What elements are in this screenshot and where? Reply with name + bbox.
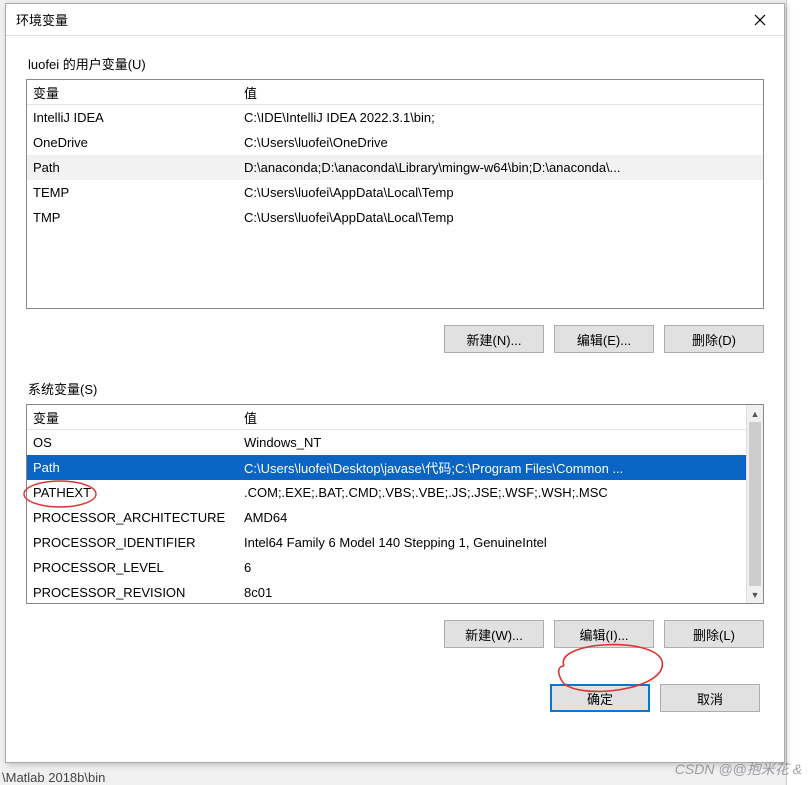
user-edit-button[interactable]: 编辑(E)... bbox=[554, 325, 654, 353]
table-row[interactable]: OSWindows_NT bbox=[27, 430, 763, 455]
user-delete-button[interactable]: 删除(D) bbox=[664, 325, 764, 353]
cancel-button[interactable]: 取消 bbox=[660, 684, 760, 712]
system-vars-group: 系统变量(S) 变量 值 OSWindows_NTPathC:\Users\lu… bbox=[26, 379, 764, 664]
var-name: PATHEXT bbox=[27, 485, 242, 500]
var-name: OneDrive bbox=[27, 135, 242, 150]
system-edit-button[interactable]: 编辑(I)... bbox=[554, 620, 654, 648]
scroll-up-icon[interactable]: ▲ bbox=[747, 405, 763, 422]
system-delete-button[interactable]: 删除(L) bbox=[664, 620, 764, 648]
table-row[interactable]: PROCESSOR_ARCHITECTUREAMD64 bbox=[27, 505, 763, 530]
var-name: OS bbox=[27, 435, 242, 450]
table-row[interactable]: TEMPC:\Users\luofei\AppData\Local\Temp bbox=[27, 180, 763, 205]
system-buttons-row: 新建(W)... 编辑(I)... 删除(L) bbox=[26, 610, 764, 664]
watermark: CSDN @@抱米花 & bbox=[675, 759, 802, 779]
user-vars-label: luofei 的用户变量(U) bbox=[26, 54, 764, 73]
table-row[interactable]: OneDriveC:\Users\luofei\OneDrive bbox=[27, 130, 763, 155]
system-vars-listbox[interactable]: 变量 值 OSWindows_NTPathC:\Users\luofei\Des… bbox=[26, 404, 764, 604]
scroll-thumb[interactable] bbox=[749, 422, 761, 586]
var-name: IntelliJ IDEA bbox=[27, 110, 242, 125]
table-row[interactable]: PATHEXT.COM;.EXE;.BAT;.CMD;.VBS;.VBE;.JS… bbox=[27, 480, 763, 505]
table-row[interactable]: PathD:\anaconda;D:\anaconda\Library\ming… bbox=[27, 155, 763, 180]
dialog-content: luofei 的用户变量(U) 变量 值 IntelliJ IDEAC:\IDE… bbox=[6, 36, 784, 762]
dialog-footer: 确定 取消 bbox=[26, 674, 764, 712]
header-val: 值 bbox=[242, 83, 763, 102]
header-var: 变量 bbox=[27, 408, 242, 427]
table-row[interactable]: PROCESSOR_REVISION8c01 bbox=[27, 580, 763, 604]
table-row[interactable]: IntelliJ IDEAC:\IDE\IntelliJ IDEA 2022.3… bbox=[27, 105, 763, 130]
env-variable-dialog: 环境变量 luofei 的用户变量(U) 变量 值 IntelliJ IDEAC… bbox=[5, 3, 785, 763]
close-button[interactable] bbox=[738, 5, 782, 35]
var-value: D:\anaconda;D:\anaconda\Library\mingw-w6… bbox=[242, 160, 763, 175]
var-value: C:\Users\luofei\Desktop\javase\代码;C:\Pro… bbox=[242, 458, 763, 477]
user-vars-group: luofei 的用户变量(U) 变量 值 IntelliJ IDEAC:\IDE… bbox=[26, 54, 764, 369]
var-value: .COM;.EXE;.BAT;.CMD;.VBS;.VBE;.JS;.JSE;.… bbox=[242, 485, 763, 500]
list-header: 变量 值 bbox=[27, 405, 763, 430]
var-name: Path bbox=[27, 460, 242, 475]
ok-button[interactable]: 确定 bbox=[550, 684, 650, 712]
scroll-down-icon[interactable]: ▼ bbox=[747, 586, 763, 603]
var-value: C:\IDE\IntelliJ IDEA 2022.3.1\bin; bbox=[242, 110, 763, 125]
header-val: 值 bbox=[242, 408, 763, 427]
var-value: 6 bbox=[242, 560, 763, 575]
user-buttons-row: 新建(N)... 编辑(E)... 删除(D) bbox=[26, 315, 764, 369]
user-new-button[interactable]: 新建(N)... bbox=[444, 325, 544, 353]
user-vars-listbox[interactable]: 变量 值 IntelliJ IDEAC:\IDE\IntelliJ IDEA 2… bbox=[26, 79, 764, 309]
list-header: 变量 值 bbox=[27, 80, 763, 105]
var-value: AMD64 bbox=[242, 510, 763, 525]
table-row[interactable]: PROCESSOR_IDENTIFIERIntel64 Family 6 Mod… bbox=[27, 530, 763, 555]
var-value: C:\Users\luofei\OneDrive bbox=[242, 135, 763, 150]
table-row[interactable]: PathC:\Users\luofei\Desktop\javase\代码;C:… bbox=[27, 455, 763, 480]
var-name: PROCESSOR_REVISION bbox=[27, 585, 242, 600]
var-value: C:\Users\luofei\AppData\Local\Temp bbox=[242, 210, 763, 225]
scrollbar[interactable]: ▲ ▼ bbox=[746, 405, 763, 603]
dialog-title: 环境变量 bbox=[16, 10, 738, 29]
var-name: PROCESSOR_LEVEL bbox=[27, 560, 242, 575]
background-strip bbox=[786, 0, 810, 785]
var-value: 8c01 bbox=[242, 585, 763, 600]
var-value: C:\Users\luofei\AppData\Local\Temp bbox=[242, 185, 763, 200]
table-row[interactable]: PROCESSOR_LEVEL6 bbox=[27, 555, 763, 580]
table-row[interactable]: TMPC:\Users\luofei\AppData\Local\Temp bbox=[27, 205, 763, 230]
var-name: PROCESSOR_ARCHITECTURE bbox=[27, 510, 242, 525]
var-name: TEMP bbox=[27, 185, 242, 200]
var-name: TMP bbox=[27, 210, 242, 225]
system-new-button[interactable]: 新建(W)... bbox=[444, 620, 544, 648]
titlebar: 环境变量 bbox=[6, 4, 784, 36]
var-value: Windows_NT bbox=[242, 435, 763, 450]
system-vars-label: 系统变量(S) bbox=[26, 379, 764, 398]
var-name: Path bbox=[27, 160, 242, 175]
var-name: PROCESSOR_IDENTIFIER bbox=[27, 535, 242, 550]
var-value: Intel64 Family 6 Model 140 Stepping 1, G… bbox=[242, 535, 763, 550]
header-var: 变量 bbox=[27, 83, 242, 102]
close-icon bbox=[754, 14, 766, 26]
